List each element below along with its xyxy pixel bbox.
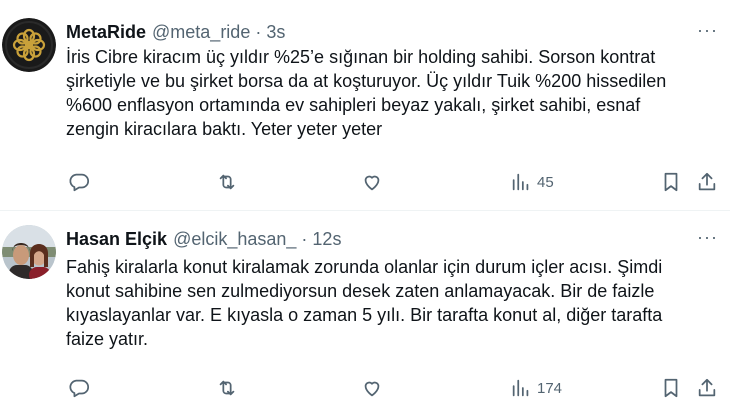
tweet-text: İris Cibre kiracım üç yıldır %25’e sığın… [66, 45, 726, 141]
avatar[interactable] [2, 225, 56, 279]
bookmark-icon [664, 172, 678, 192]
reply-button[interactable] [68, 376, 90, 400]
display-name[interactable]: Hasan Elçik [66, 229, 167, 250]
tweet-text-line: İris Cibre kiracım üç yıldır %25’e sığın… [66, 47, 656, 67]
retweet-icon [219, 174, 235, 190]
timestamp[interactable]: 12s [312, 229, 341, 250]
user-handle[interactable]: @elcik_hasan_ [173, 229, 296, 250]
share-icon [698, 378, 716, 397]
tweet-text-line: Fahiş kiralarla konut kiralamak zorunda … [66, 257, 663, 277]
retweet-button[interactable] [216, 376, 238, 400]
user-handle[interactable]: @meta_ride [152, 22, 250, 43]
more-options-icon[interactable]: ··· [697, 227, 718, 248]
reply-icon [69, 173, 90, 192]
views-count: 174 [537, 379, 563, 397]
like-button[interactable] [361, 170, 383, 194]
views-button[interactable]: 174 [510, 376, 562, 400]
separator-dot: · [255, 21, 262, 42]
tweet-header: Hasan Elçik @elcik_hasan_ · 12s [66, 227, 341, 251]
reply-icon [69, 379, 90, 398]
views-button[interactable]: 45 [510, 170, 554, 194]
retweet-button[interactable] [216, 170, 238, 194]
metaride-logo-icon [2, 18, 56, 72]
bookmark-icon [664, 378, 678, 398]
tweet-text-line: zengin kiracılara baktı. Yeter yeter yet… [66, 119, 383, 139]
share-icon [698, 172, 716, 191]
share-button[interactable] [696, 170, 718, 194]
views-count: 45 [537, 173, 554, 191]
tweet-metaride[interactable]: MetaRide @meta_ride · 3s ··· İris Cibre … [0, 0, 730, 210]
views-icon [512, 173, 529, 191]
like-button[interactable] [361, 376, 383, 400]
separator-dot: · [301, 228, 308, 249]
like-icon [364, 175, 380, 191]
tweet-text-line: kıyaslayanlar var. E kıyasla o zaman 5 y… [66, 305, 663, 325]
share-button[interactable] [696, 376, 718, 400]
tweet-text-line: konut sahibine sen zulmediyorsun desek z… [66, 281, 655, 301]
retweet-icon [219, 380, 235, 396]
avatar[interactable] [2, 18, 56, 72]
tweet-actions: 45 [66, 170, 726, 194]
bookmark-button[interactable] [660, 376, 682, 400]
tweet-text-line: faize yatır. [66, 329, 149, 349]
user-photo-icon [2, 225, 56, 279]
tweet-text-line: şirketiyle ve bu şirket borsa da at koşt… [66, 71, 667, 91]
tweet-text: Fahiş kiralarla konut kiralamak zorunda … [66, 255, 726, 351]
bookmark-button[interactable] [660, 170, 682, 194]
tweet-actions: 174 [66, 376, 726, 400]
display-name[interactable]: MetaRide [66, 22, 146, 43]
reply-button[interactable] [68, 170, 90, 194]
tweet-text-line: %600 enflasyon ortamında ev sahipleri be… [66, 95, 641, 115]
tweet-hasan-elcik[interactable]: Hasan Elçik @elcik_hasan_ · 12s ··· Fahi… [0, 211, 730, 420]
more-options-icon[interactable]: ··· [697, 20, 718, 41]
like-icon [364, 381, 380, 397]
views-icon [512, 379, 529, 397]
tweet-header: MetaRide @meta_ride · 3s [66, 20, 285, 44]
timestamp[interactable]: 3s [266, 22, 285, 43]
